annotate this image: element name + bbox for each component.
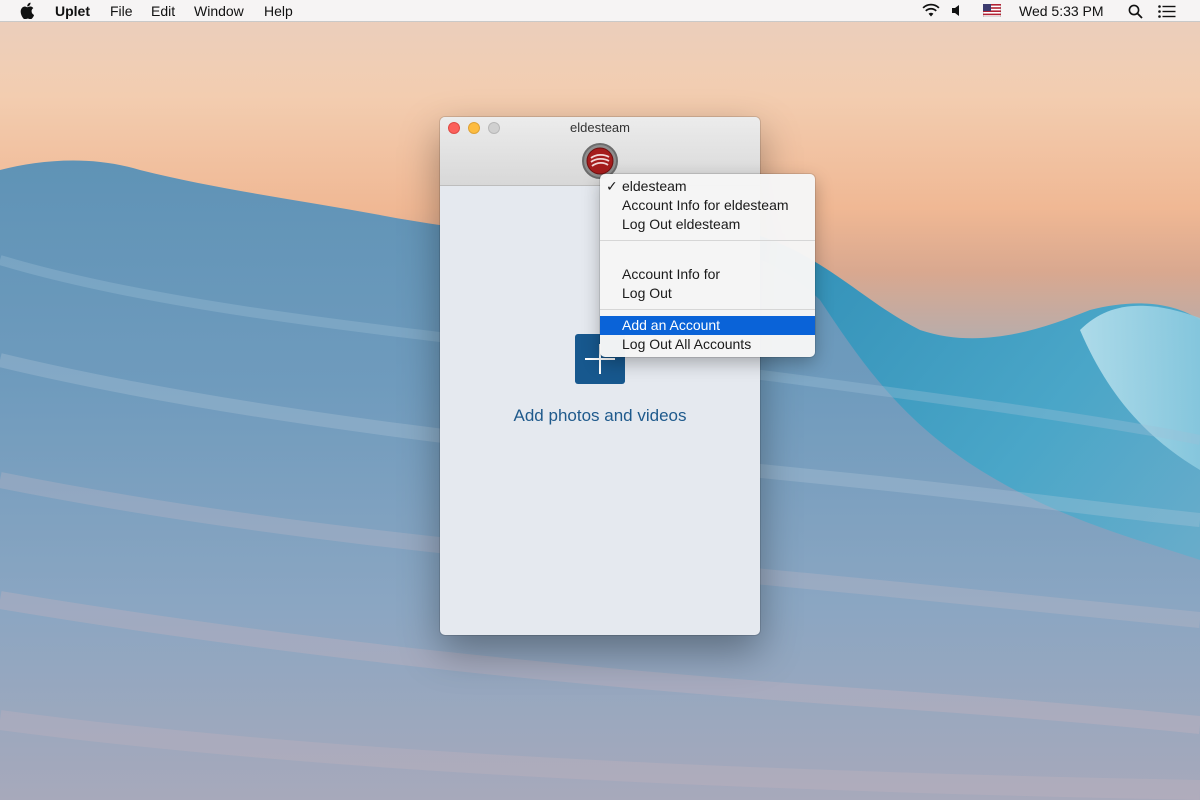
menu-item-logout-all[interactable]: Log Out All Accounts — [600, 335, 815, 354]
menu-window[interactable]: Window — [194, 3, 244, 19]
menu-item-logout-current[interactable]: Log Out eldesteam — [600, 215, 815, 234]
menu-item-logout-other[interactable]: Log Out — [600, 284, 815, 303]
menu-bar: Uplet File Edit Window Help Wed 5:33 PM — [0, 0, 1200, 22]
menu-separator — [600, 309, 815, 310]
menu-help[interactable]: Help — [264, 3, 293, 19]
menu-file[interactable]: File — [110, 3, 133, 19]
menu-item-label: Account Info for eldesteam — [622, 197, 789, 213]
menu-item-current-account[interactable]: ✓ eldesteam — [600, 177, 815, 196]
menu-item-label: Log Out — [622, 285, 672, 301]
window-title: eldesteam — [570, 120, 630, 135]
us-flag-icon[interactable] — [982, 3, 1002, 20]
menu-item-label: Log Out eldesteam — [622, 216, 741, 232]
menu-item-add-account[interactable]: Add an Account — [600, 316, 815, 335]
account-dropdown-menu: ✓ eldesteam Account Info for eldesteam L… — [600, 174, 815, 357]
menu-item-label: Account Info for — [622, 266, 721, 282]
checkmark-icon: ✓ — [606, 178, 618, 194]
wifi-icon[interactable] — [921, 2, 941, 21]
menu-edit[interactable]: Edit — [151, 3, 175, 19]
menu-clock[interactable]: Wed 5:33 PM — [1019, 3, 1104, 19]
notification-center-icon[interactable] — [1158, 5, 1176, 21]
menu-item-label: Log Out All Accounts — [622, 336, 752, 352]
volume-icon[interactable] — [951, 4, 963, 20]
account-avatar-icon — [586, 147, 614, 175]
spotlight-search-icon[interactable] — [1128, 4, 1143, 22]
add-photos-label[interactable]: Add photos and videos — [440, 406, 760, 426]
menu-app-name[interactable]: Uplet — [55, 3, 90, 19]
apple-icon[interactable] — [20, 2, 35, 22]
menu-item-account-info-current[interactable]: Account Info for eldesteam — [600, 196, 815, 215]
menu-separator — [600, 240, 815, 241]
menu-item-label: Add an Account — [622, 317, 721, 333]
menu-item-label: eldesteam — [622, 178, 687, 194]
menu-item-account-info-other[interactable]: Account Info for — [600, 265, 815, 284]
